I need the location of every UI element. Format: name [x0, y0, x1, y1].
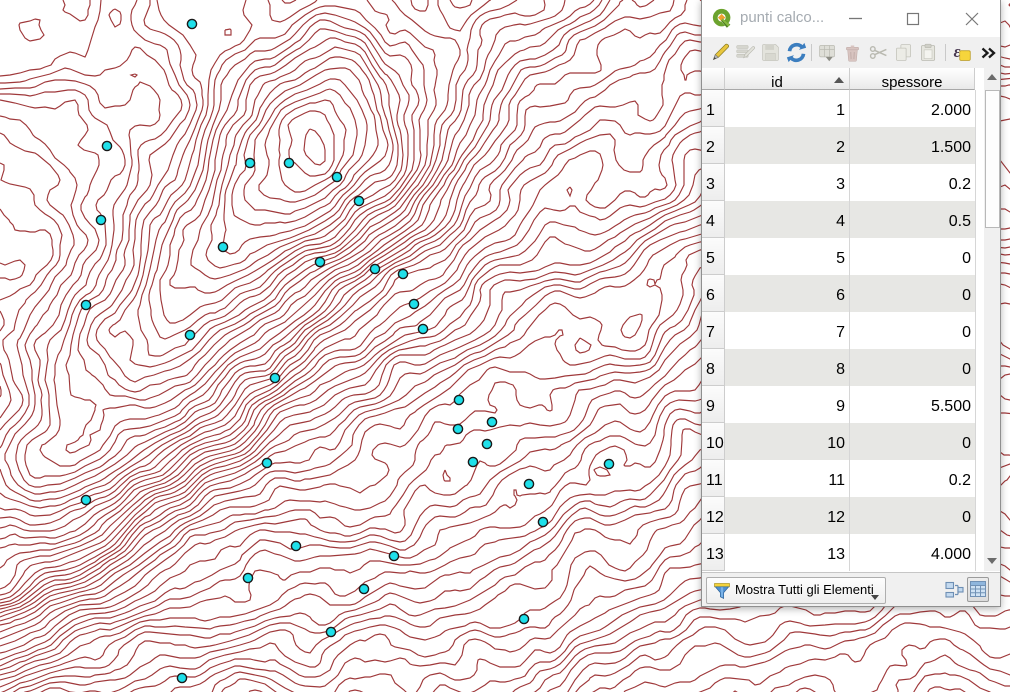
svg-text:ε: ε: [954, 42, 961, 61]
